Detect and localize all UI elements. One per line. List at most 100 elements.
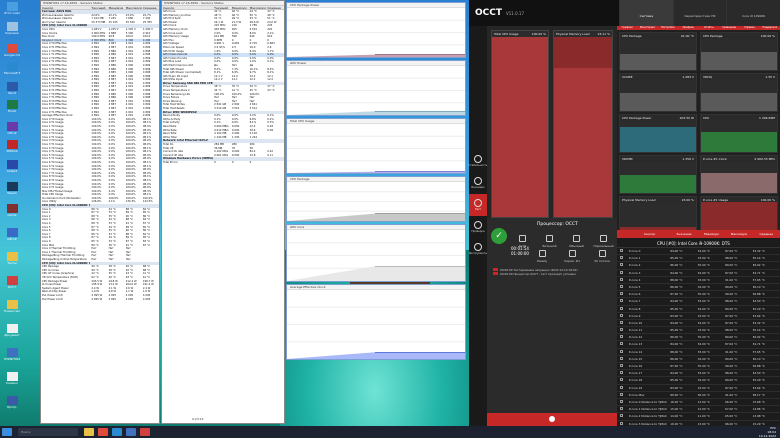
monitor-tile[interactable]: VCORE 1.283 V	[619, 73, 697, 112]
column-header[interactable]: Максимум	[249, 6, 267, 9]
sensor-row[interactable]: P-core 19 83.00 °C 33.00 °C 87.00 °C 83.64 °…	[617, 385, 780, 392]
checkbox-icon[interactable]	[620, 421, 623, 425]
checkbox-icon[interactable]	[620, 256, 623, 260]
sensor-checkbox[interactable]	[617, 255, 629, 261]
occt-window[interactable]: OCCT V11.0.17 Система Характеристики ПК Cor…	[468, 0, 780, 428]
monitor-tile[interactable]: CPU Package 91.00 °C	[619, 32, 697, 71]
column-header[interactable]: Текущий	[90, 6, 107, 9]
checkbox-icon[interactable]	[620, 320, 623, 324]
monitor-tile[interactable]: P-core #1 Clock 4 900.35 MHz	[700, 155, 778, 194]
start-test-button[interactable]: ✓	[491, 228, 507, 244]
hwinfo-sensors-window-right[interactable]: HWiNFO64 v7.16-4650 - Sensors Status Сен…	[161, 0, 285, 424]
occt-icon[interactable]	[140, 428, 150, 436]
test-option[interactable]: 32 потока	[590, 250, 615, 263]
toolbar-tab[interactable]: Графики	[617, 26, 637, 30]
sensor-checkbox[interactable]	[617, 306, 629, 312]
test-option[interactable]: Steady	[530, 250, 555, 263]
sensor-column-header[interactable]: Значение	[670, 230, 697, 238]
desktop-icon-app-tool[interactable]: GPU-Z	[4, 228, 20, 242]
desktop-icon-cpuz[interactable]: CPU-Z	[4, 122, 20, 136]
sensor-checkbox[interactable]	[617, 385, 629, 391]
toolbar-tab[interactable]: Сравнение	[719, 26, 739, 30]
sensor-checkbox[interactable]	[617, 349, 629, 355]
desktop-icon-this-pc[interactable]: Этот компьютер	[4, 2, 20, 16]
column-header[interactable]: Сенсор	[162, 6, 213, 9]
sensor-checkbox[interactable]	[617, 277, 629, 283]
toolbar-tab[interactable]: Мониторинг	[637, 26, 657, 30]
occt-bottom-bar[interactable]	[487, 413, 617, 426]
sensor-checkbox[interactable]	[617, 370, 629, 376]
column-header[interactable]: Текущий	[213, 6, 231, 9]
checkbox-icon[interactable]	[620, 335, 623, 339]
chrome-icon[interactable]	[98, 428, 108, 436]
sidebar-item-flame[interactable]: Тест	[469, 194, 487, 216]
checkbox-icon[interactable]	[620, 385, 623, 389]
sensor-row[interactable]: P-core 1 Distance to TjMAX 15.00 °C 12.00 …	[617, 406, 780, 414]
sensor-row[interactable]: P-core 5 86.00 °C 34.00 °C 89.00 °C 86.10 °C	[617, 284, 780, 292]
column-header[interactable]: Минимум	[108, 6, 125, 9]
taskbar-search[interactable]: Поиск	[18, 428, 78, 436]
sensor-checkbox[interactable]	[617, 320, 629, 326]
desktop-icon-excel[interactable]: Excel	[4, 100, 20, 114]
sensor-row[interactable]: P-core 12 86.00 °C 35.00 °C 89.00 °C 86.02 °…	[617, 334, 780, 342]
sidebar-item-tools[interactable]: Инструменты	[469, 238, 487, 260]
checkbox-icon[interactable]	[620, 313, 623, 317]
column-header[interactable]: Минимум	[231, 6, 249, 9]
sensor-row[interactable]: P-core 6 87.00 °C 35.00 °C 90.00 °C 86.88 °C	[617, 291, 780, 299]
toolbar-tab[interactable]: Поддержка	[760, 26, 780, 30]
sensor-checkbox[interactable]	[617, 298, 629, 304]
sensor-checkbox[interactable]	[617, 377, 629, 383]
checkbox-icon[interactable]	[620, 270, 623, 274]
sensor-row[interactable]: P-core 18 85.00 °C 34.00 °C 89.00 °C 85.29 °…	[617, 377, 780, 385]
graph-window[interactable]: CPU Package Power	[286, 2, 466, 58]
desktop-icon-recycle-bin[interactable]: Корзина	[4, 22, 20, 36]
graph-window[interactable]: Average Effective Clock	[286, 284, 466, 360]
sensor-row[interactable]: P-core 7 84.00 °C 33.00 °C 88.00 °C 84.50 °C	[617, 298, 780, 306]
checkbox-icon[interactable]	[620, 378, 623, 382]
checkbox-icon[interactable]	[620, 263, 623, 267]
monitor-tile[interactable]: CPU 1 296 RPM	[700, 114, 778, 153]
graph-window[interactable]: Total CPU Usage	[286, 118, 466, 174]
checkbox-icon[interactable]	[620, 277, 623, 281]
sensor-column-header[interactable]: Минимум	[698, 230, 725, 238]
desktop-icon-file-2[interactable]: Снимок	[4, 372, 20, 386]
add-icon[interactable]	[549, 416, 555, 422]
checkbox-icon[interactable]	[620, 349, 623, 353]
desktop-icon-app-game[interactable]: Game	[4, 204, 20, 218]
desktop-icon-folder-2[interactable]: Новая папка	[4, 300, 20, 314]
checkbox-icon[interactable]	[620, 299, 623, 303]
tab-Система[interactable]: Система	[619, 0, 673, 26]
sensor-checkbox[interactable]	[617, 262, 629, 268]
graph-window[interactable]: CPU Package	[286, 176, 466, 222]
checkbox-icon[interactable]	[620, 371, 623, 375]
toolbar-tab[interactable]: Справка	[739, 26, 759, 30]
sensor-row[interactable]: P-core 13 84.00 °C 34.00 °C 87.00 °C 84.71 °…	[617, 341, 780, 349]
edge-icon[interactable]	[112, 428, 122, 436]
desktop-icon-word[interactable]: Word	[4, 82, 20, 96]
checkbox-icon[interactable]	[620, 414, 623, 418]
sensor-checkbox[interactable]	[617, 327, 629, 333]
toolbar-tab[interactable]: Настройки	[658, 26, 678, 30]
checkbox-icon[interactable]	[620, 284, 623, 288]
sensor-row[interactable]: P-core 2 86.00 °C 35.00 °C 89.00 °C 86.02 °C	[617, 262, 780, 270]
sensor-checkbox[interactable]	[617, 356, 629, 362]
tab-Core i9 10900K[interactable]: Core i9 10900K	[726, 0, 780, 26]
graph-window[interactable]: GPU Power	[286, 60, 466, 116]
sensor-checkbox[interactable]	[617, 413, 629, 419]
sensor-checkbox[interactable]	[617, 334, 629, 340]
test-option[interactable]: Большой	[537, 235, 562, 248]
sensor-checkbox[interactable]	[617, 406, 629, 412]
sensor-row[interactable]: P-core 3 84.00 °C 34.00 °C 87.00 °C 84.71 °C	[617, 270, 780, 277]
test-option[interactable]: Обычный	[564, 235, 589, 248]
sensor-row[interactable]: P-core 14 88.00 °C 33.00 °C 91.00 °C 87.65 °…	[617, 349, 780, 356]
checkbox-icon[interactable]	[620, 399, 623, 403]
sidebar-item-stopwatch[interactable]: Стабильность	[468, 150, 488, 172]
sensor-checkbox[interactable]	[617, 399, 629, 405]
desktop-icon-app-red[interactable]: 3DMark	[4, 140, 20, 154]
hwinfo-sensors-window-left[interactable]: HWiNFO64 v7.16-4650 - Sensors Status Сен…	[40, 0, 160, 424]
desktop-icon-app-x[interactable]: HWiNFO64	[4, 348, 20, 362]
hwinfo-icon[interactable]	[126, 428, 136, 436]
table-row[interactable]: PL2 Power Limit 4 095 W 4 095 4 095 4 095	[41, 298, 159, 302]
test-option[interactable]: Нормальный	[591, 235, 616, 248]
sensor-row[interactable]: P-core 17 84.00 °C 33.00 °C 88.00 °C 84.50 °…	[617, 370, 780, 378]
